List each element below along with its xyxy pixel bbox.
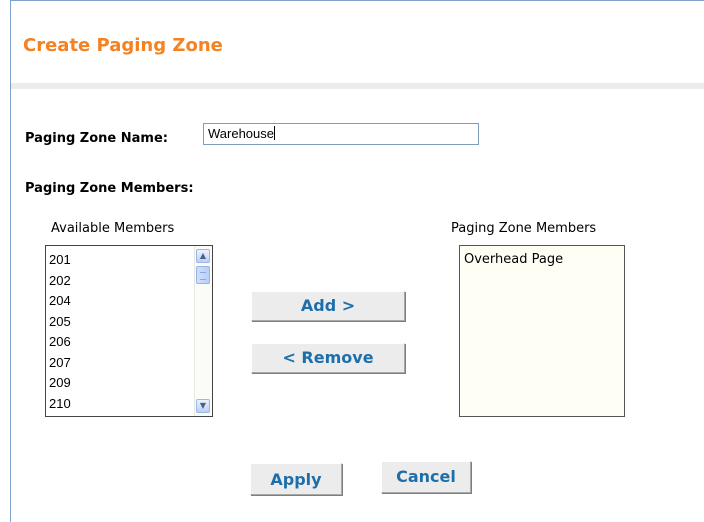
list-item[interactable]: 210 bbox=[49, 394, 71, 415]
zone-members-list[interactable]: Overhead Page bbox=[459, 245, 625, 417]
zone-members-label: Paging Zone Members: bbox=[25, 181, 194, 196]
available-members-list[interactable]: 201 202 204 205 206 207 209 210 ▲ ▼ bbox=[45, 245, 213, 417]
title-divider bbox=[11, 83, 704, 89]
scroll-thumb[interactable] bbox=[196, 266, 210, 284]
zone-name-value: Warehouse bbox=[208, 126, 274, 141]
remove-button[interactable]: < Remove bbox=[251, 343, 405, 373]
zone-name-input[interactable]: Warehouse bbox=[203, 123, 479, 145]
list-item[interactable]: 207 bbox=[49, 353, 71, 374]
zone-members-caption: Paging Zone Members bbox=[451, 221, 597, 236]
dialog-frame: Create Paging Zone Paging Zone Name: War… bbox=[10, 0, 704, 522]
list-item[interactable]: 205 bbox=[49, 312, 71, 333]
list-item[interactable]: 201 bbox=[49, 250, 71, 271]
apply-button[interactable]: Apply bbox=[250, 463, 342, 495]
add-button[interactable]: Add > bbox=[251, 291, 405, 321]
list-item[interactable]: 206 bbox=[49, 332, 71, 353]
list-item[interactable]: 204 bbox=[49, 291, 71, 312]
text-caret bbox=[274, 126, 275, 140]
page-title: Create Paging Zone bbox=[23, 35, 223, 56]
cancel-button[interactable]: Cancel bbox=[381, 461, 471, 493]
list-item[interactable]: Overhead Page bbox=[464, 250, 563, 270]
zone-name-label: Paging Zone Name: bbox=[25, 131, 168, 146]
chevron-up-icon[interactable]: ▲ bbox=[196, 249, 210, 263]
list-item[interactable]: 202 bbox=[49, 271, 71, 292]
available-members-caption: Available Members bbox=[51, 221, 175, 236]
vertical-scrollbar[interactable]: ▲ ▼ bbox=[194, 246, 212, 416]
list-item[interactable]: 209 bbox=[49, 373, 71, 394]
chevron-down-icon[interactable]: ▼ bbox=[196, 399, 210, 413]
